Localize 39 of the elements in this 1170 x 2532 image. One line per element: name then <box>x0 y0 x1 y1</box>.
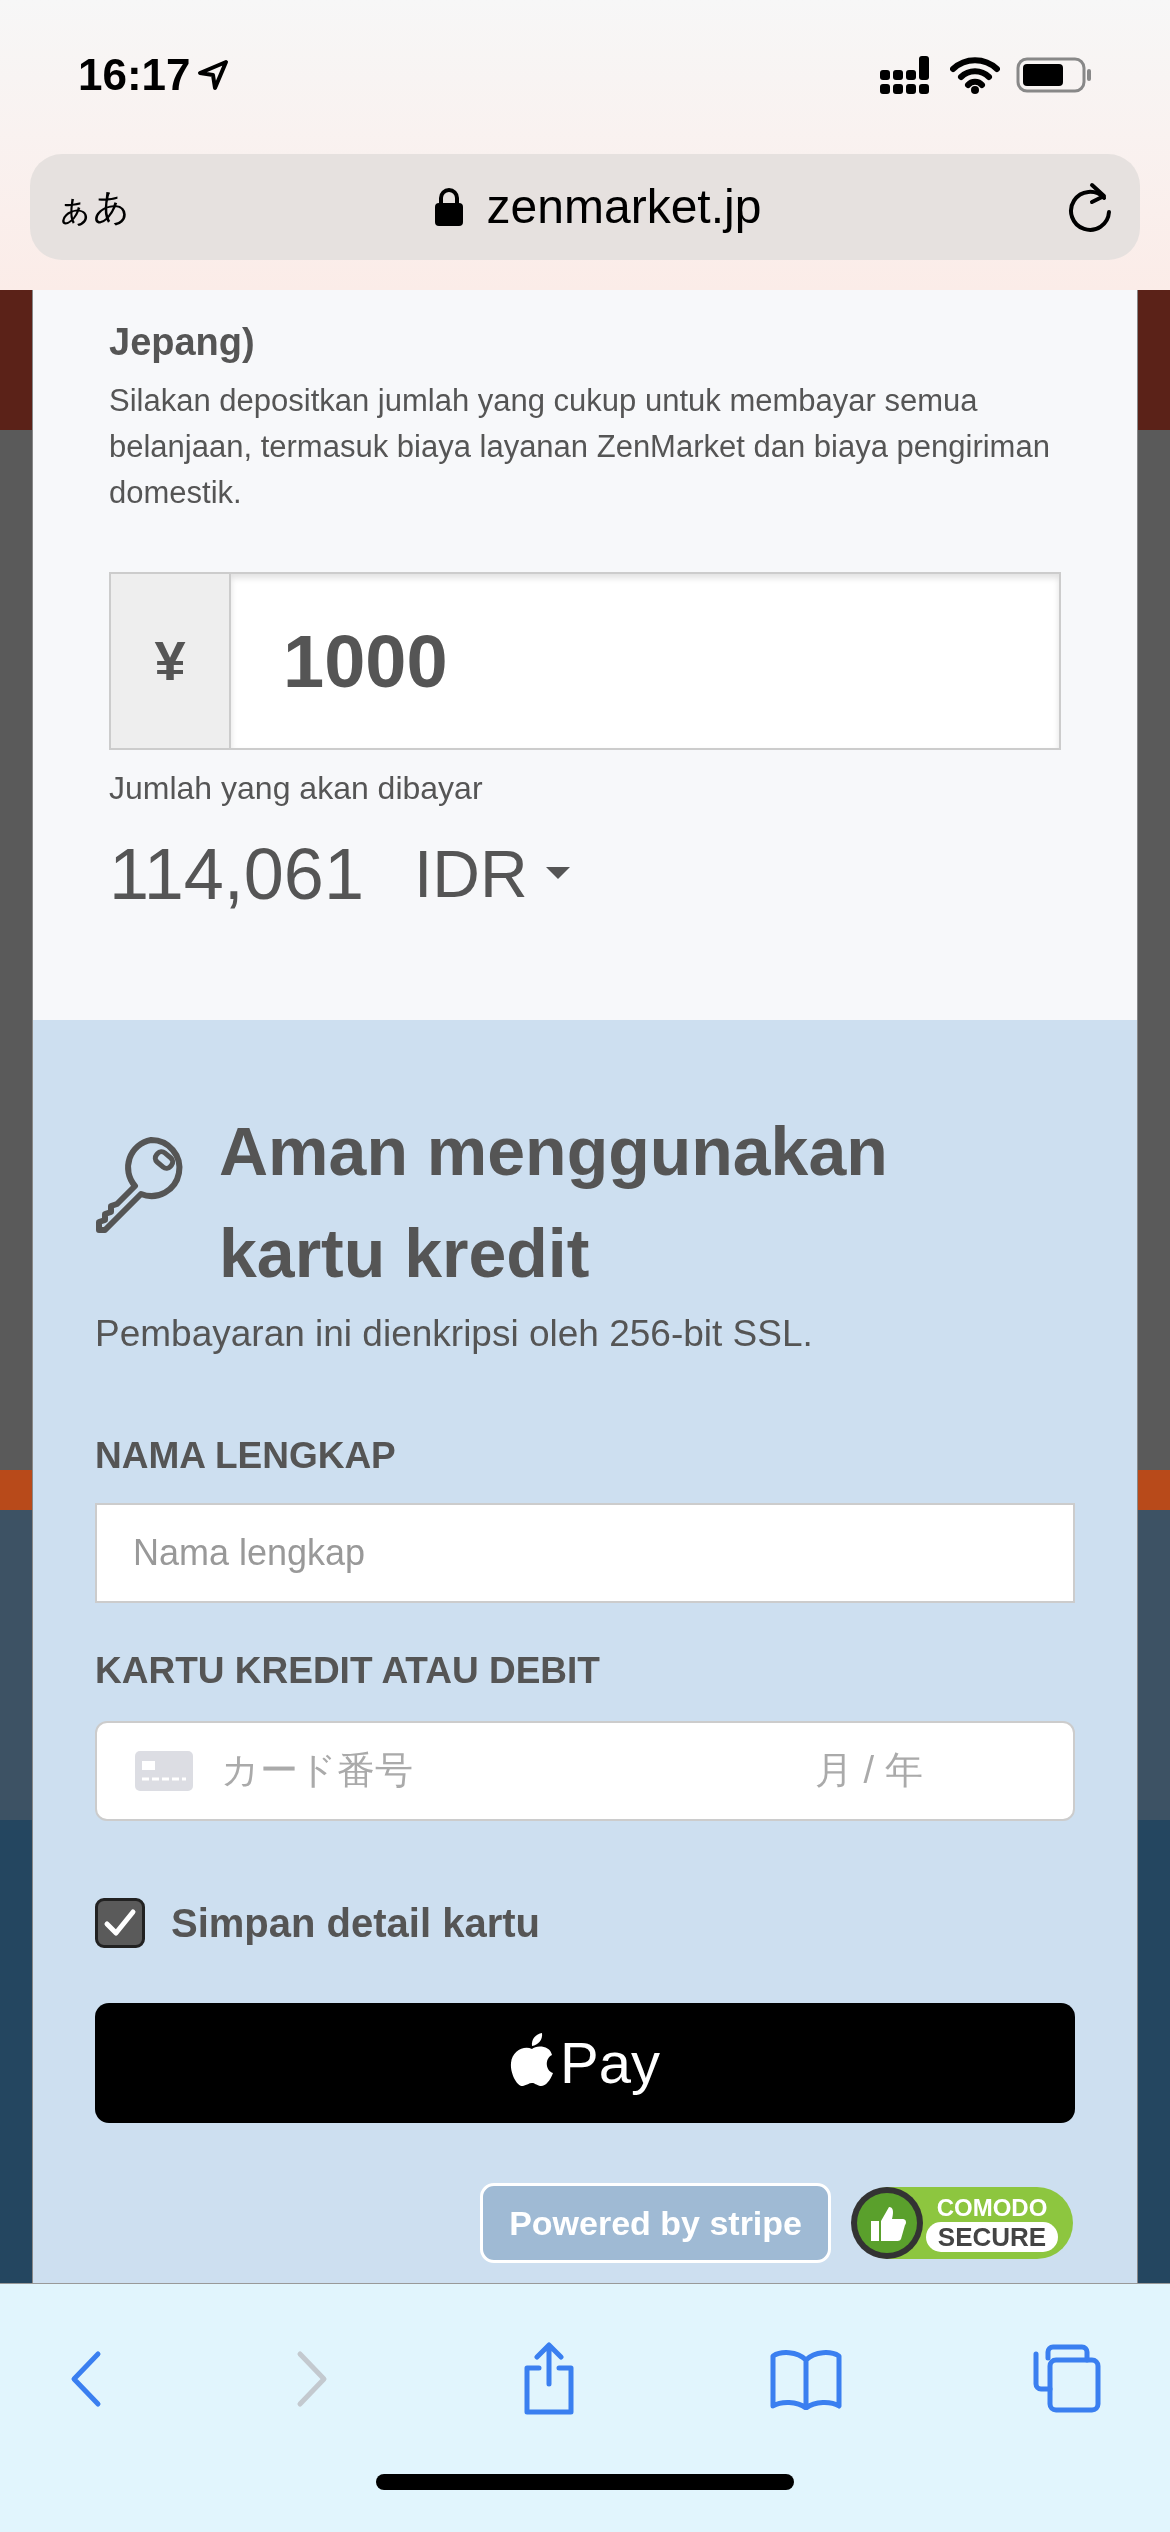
card-number-field[interactable]: カード番号 <box>221 1742 815 1799</box>
address-bar[interactable]: ぁあ zenmarket.jp <box>30 154 1140 260</box>
yen-addon: ¥ <box>111 574 231 748</box>
tabs-icon[interactable] <box>1032 2344 1102 2414</box>
wifi-icon <box>950 56 1000 94</box>
status-time: 16:17 <box>78 49 191 101</box>
check-icon <box>103 1907 137 1938</box>
location-arrow-icon <box>196 59 229 91</box>
encryption-note: Pembayaran ini dienkripsi oleh 256-bit SSL. <box>95 1312 814 1356</box>
full-name-field[interactable]: Nama lengkap <box>95 1503 1075 1603</box>
signal-icon <box>880 56 932 94</box>
apple-pay-button[interactable]: Pay <box>95 2002 1075 2123</box>
save-card-label: Simpan detail kartu <box>171 1899 540 1947</box>
text-size-button[interactable]: ぁあ <box>56 180 130 234</box>
deposit-heading: Jepang) <box>109 320 256 365</box>
checkbox[interactable] <box>95 1897 145 1948</box>
url-text: zenmarket.jp <box>486 179 762 235</box>
lock-icon <box>434 188 463 226</box>
pay-label: Jumlah yang akan dibayar <box>109 769 484 808</box>
secure-label: SECURE <box>925 2221 1059 2252</box>
amount-field[interactable]: 1000 <box>231 574 1059 748</box>
pay-amount: 114,061 <box>109 833 364 916</box>
book-icon[interactable] <box>768 2348 843 2410</box>
comodo-badge[interactable]: COMODO SECURE <box>853 2186 1073 2259</box>
expiry-field[interactable]: 月 / 年 <box>815 1742 975 1799</box>
card-field[interactable]: カード番号 月 / 年 <box>95 1720 1075 1821</box>
card-icon <box>135 1750 193 1791</box>
caret-icon <box>545 867 570 881</box>
secure-heading: Aman menggunakan kartu kredit <box>219 1112 889 1293</box>
deposit-description: Silakan depositkan jumlah yang cukup untuk membayar semua belanjaan, termasuk biaya layanan ZenMarket dan biaya pengiriman domestik. <box>109 382 1051 512</box>
amount-input-group[interactable]: ¥ 1000 <box>109 572 1061 750</box>
battery-icon <box>1016 57 1092 93</box>
reload-icon[interactable] <box>1066 180 1114 234</box>
currency-dropdown[interactable]: IDR <box>413 824 570 924</box>
field-label: NAMA LENGKAP <box>95 1433 397 1478</box>
apple-icon <box>510 2032 554 2087</box>
field-label: KARTU KREDIT ATAU DEBIT <box>95 1649 601 1693</box>
thumbs-up-icon <box>849 2184 925 2261</box>
comodo-label: COMODO <box>936 2193 1048 2222</box>
